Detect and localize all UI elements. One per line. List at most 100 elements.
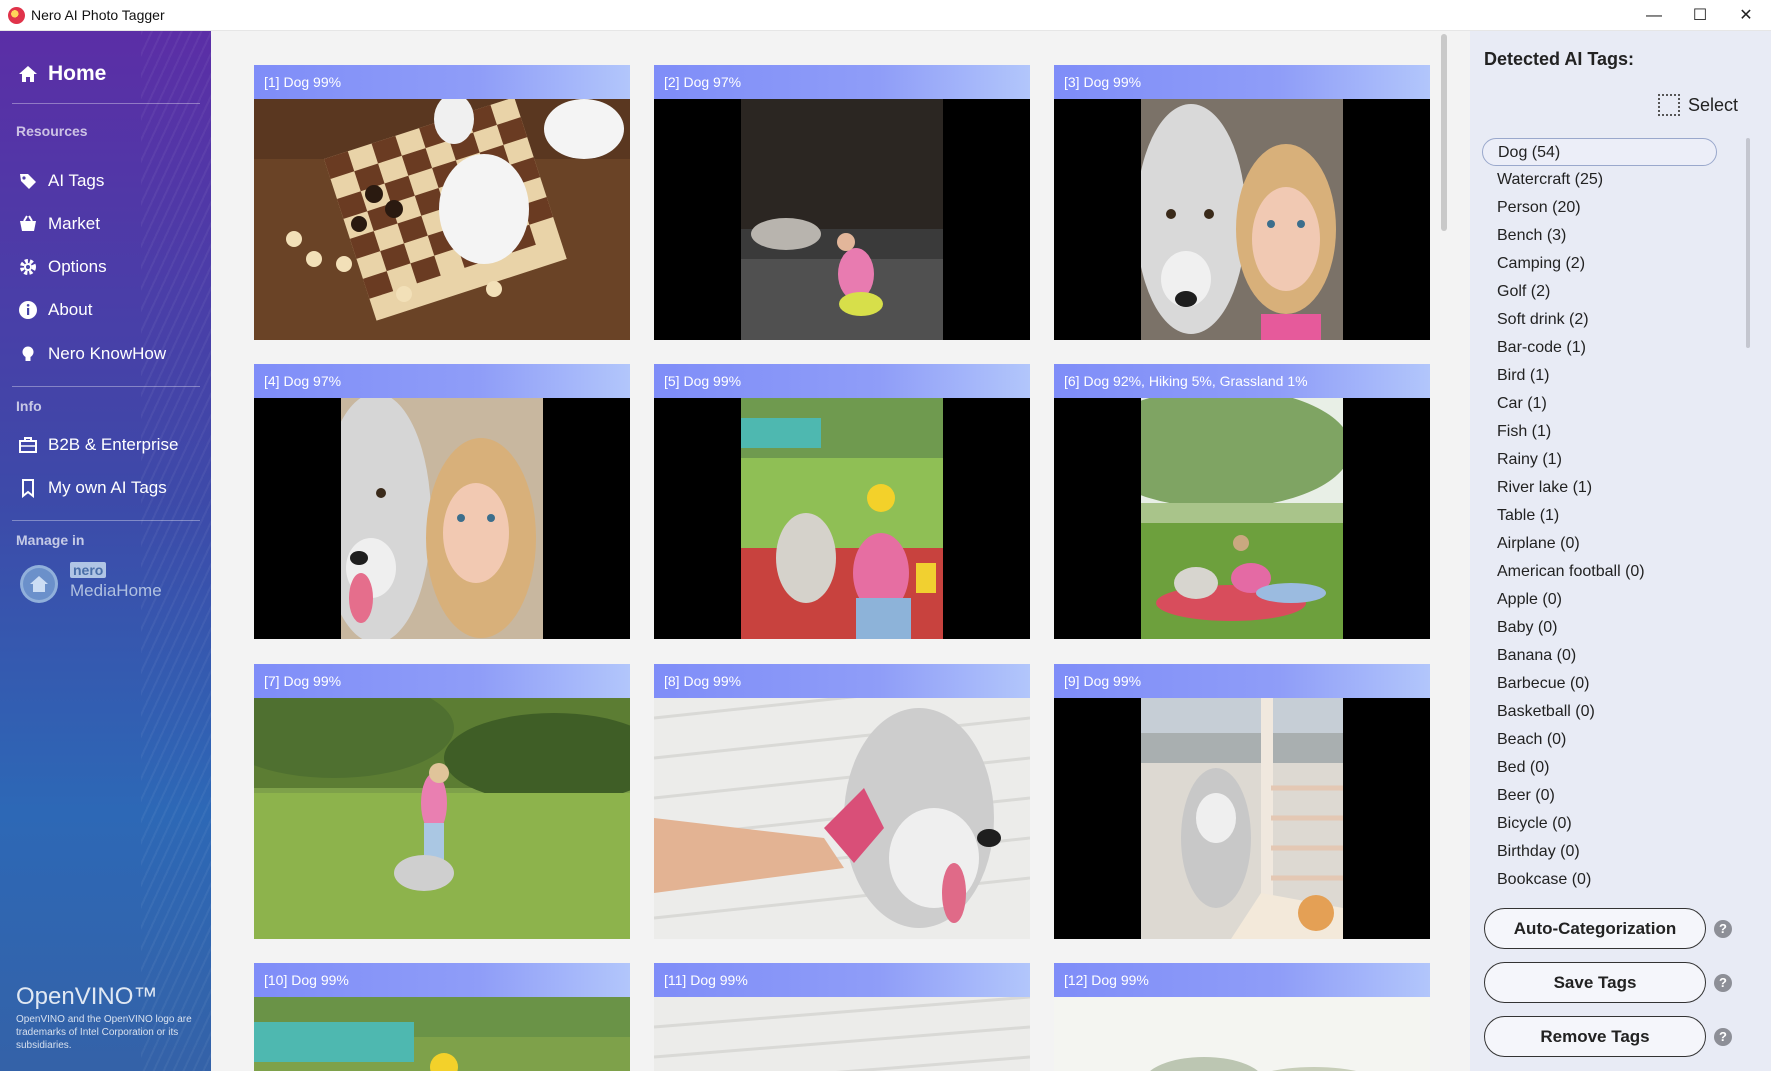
tag-item[interactable]: Table (1) [1482, 502, 1717, 530]
photo-thumbnail [1141, 698, 1343, 939]
tag-item[interactable]: Watercraft (25) [1482, 166, 1717, 194]
tag-item[interactable]: Bookcase (0) [1482, 866, 1717, 894]
photo-card-6[interactable]: [6] Dog 92%, Hiking 5%, Grassland 1% [1054, 364, 1430, 639]
photo-card-2[interactable]: [2] Dog 97% [654, 65, 1030, 340]
gallery-scrollbar[interactable] [1441, 34, 1447, 231]
nav-my-own-ai-tags-label: My own AI Tags [48, 478, 167, 497]
mediahome-link[interactable]: nero MediaHome [18, 559, 198, 609]
photo-caption: [6] Dog 92%, Hiking 5%, Grassland 1% [1054, 364, 1430, 398]
tag-item[interactable]: Rainy (1) [1482, 446, 1717, 474]
photo-card-10[interactable]: [10] Dog 99% [254, 963, 630, 1071]
basket-icon [18, 214, 38, 234]
photo-card-8[interactable]: [8] Dog 99% [654, 664, 1030, 939]
nav-b2b-enterprise[interactable]: B2B & Enterprise [18, 431, 178, 459]
photo-gallery[interactable]: [1] Dog 99% [2] Dog 97% [3] Dog 99% [4] … [211, 31, 1456, 1071]
tag-icon [18, 171, 38, 191]
remove-tags-button[interactable]: Remove Tags [1484, 1016, 1706, 1057]
nav-home[interactable]: Home [18, 59, 106, 89]
panel-title: Detected AI Tags: [1484, 49, 1635, 69]
photo-card-4[interactable]: [4] Dog 97% [254, 364, 630, 639]
close-button[interactable]: ✕ [1723, 0, 1769, 31]
tag-item[interactable]: Baby (0) [1482, 614, 1717, 642]
help-icon[interactable]: ? [1714, 920, 1732, 938]
nav-about-label: About [48, 300, 93, 319]
photo-thumbnail [1141, 398, 1343, 639]
tag-item[interactable]: Soft drink (2) [1482, 306, 1717, 334]
help-icon[interactable]: ? [1714, 1028, 1732, 1046]
info-icon [18, 300, 38, 320]
photo-caption: [7] Dog 99% [254, 664, 630, 698]
photo-thumbnail [1054, 997, 1430, 1071]
nav-ai-tags[interactable]: AI Tags [18, 167, 104, 195]
photo-thumbnail [741, 99, 943, 340]
nav-b2b-label: B2B & Enterprise [48, 435, 179, 454]
tag-item[interactable]: Basketball (0) [1482, 698, 1717, 726]
select-marquee-icon [1658, 94, 1680, 116]
maximize-button[interactable]: ☐ [1677, 0, 1723, 31]
photo-card-3[interactable]: [3] Dog 99% [1054, 65, 1430, 340]
photo-caption: [8] Dog 99% [654, 664, 1030, 698]
tag-item[interactable]: Car (1) [1482, 390, 1717, 418]
sidebar: Home Resources AI Tags Market Options Ab… [0, 31, 211, 1071]
tag-item[interactable]: Person (20) [1482, 194, 1717, 222]
minimize-button[interactable]: — [1631, 0, 1677, 31]
select-label: Select [1688, 94, 1739, 115]
nav-market-label: Market [48, 214, 100, 233]
photo-thumbnail [254, 997, 630, 1071]
tag-item[interactable]: Fish (1) [1482, 418, 1717, 446]
nav-market[interactable]: Market [18, 210, 100, 238]
tag-item[interactable]: Bicycle (0) [1482, 810, 1717, 838]
photo-thumbnail [254, 99, 630, 340]
tag-item[interactable]: Golf (2) [1482, 278, 1717, 306]
select-button[interactable]: Select [1658, 91, 1738, 119]
mediahome-house-icon [20, 565, 58, 603]
photo-thumbnail [1141, 99, 1343, 340]
gear-icon [18, 257, 38, 277]
tag-item[interactable]: Barbecue (0) [1482, 670, 1717, 698]
photo-card-11[interactable]: [11] Dog 99% [654, 963, 1030, 1071]
photo-thumbnail [654, 997, 1030, 1071]
nero-app-icon [8, 7, 25, 24]
photo-caption: [2] Dog 97% [654, 65, 1030, 99]
tag-list[interactable]: Dog (54) Watercraft (25) Person (20) Ben… [1482, 138, 1717, 894]
tag-item[interactable]: River lake (1) [1482, 474, 1717, 502]
nav-options[interactable]: Options [18, 253, 107, 281]
tag-item[interactable]: Bar-code (1) [1482, 334, 1717, 362]
photo-card-7[interactable]: [7] Dog 99% [254, 664, 630, 939]
nav-my-own-ai-tags[interactable]: My own AI Tags [18, 474, 167, 502]
photo-card-5[interactable]: [5] Dog 99% [654, 364, 1030, 639]
tag-list-scrollbar[interactable] [1746, 138, 1750, 348]
tag-item[interactable]: Apple (0) [1482, 586, 1717, 614]
nav-ai-tags-label: AI Tags [48, 171, 105, 190]
tag-item[interactable]: Bird (1) [1482, 362, 1717, 390]
tag-item[interactable]: Dog (54) [1482, 138, 1717, 166]
photo-card-1[interactable]: [1] Dog 99% [254, 65, 630, 340]
tag-item[interactable]: Camping (2) [1482, 250, 1717, 278]
tag-item[interactable]: Banana (0) [1482, 642, 1717, 670]
photo-caption: [4] Dog 97% [254, 364, 630, 398]
help-icon[interactable]: ? [1714, 974, 1732, 992]
auto-categorization-button[interactable]: Auto-Categorization [1484, 908, 1706, 949]
mediahome-label: MediaHome [70, 581, 162, 600]
tag-item[interactable]: Bed (0) [1482, 754, 1717, 782]
mediahome-nero-logo: nero [70, 562, 107, 578]
sidebar-divider [12, 103, 200, 104]
photo-caption: [1] Dog 99% [254, 65, 630, 99]
tag-item[interactable]: Beach (0) [1482, 726, 1717, 754]
bookmark-icon [18, 478, 38, 498]
photo-caption: [5] Dog 99% [654, 364, 1030, 398]
photo-caption: [3] Dog 99% [1054, 65, 1430, 99]
ai-tags-panel: Detected AI Tags: Select Dog (54) Waterc… [1470, 31, 1771, 1071]
tag-item[interactable]: American football (0) [1482, 558, 1717, 586]
tag-item[interactable]: Airplane (0) [1482, 530, 1717, 558]
save-tags-button[interactable]: Save Tags [1484, 962, 1706, 1003]
photo-card-12[interactable]: [12] Dog 99% [1054, 963, 1430, 1071]
nav-nero-knowhow[interactable]: Nero KnowHow [18, 340, 166, 368]
nav-about[interactable]: About [18, 296, 92, 324]
tag-item[interactable]: Bench (3) [1482, 222, 1717, 250]
photo-card-9[interactable]: [9] Dog 99% [1054, 664, 1430, 939]
tag-item[interactable]: Birthday (0) [1482, 838, 1717, 866]
tag-item[interactable]: Beer (0) [1482, 782, 1717, 810]
photo-caption: [9] Dog 99% [1054, 664, 1430, 698]
photo-caption: [11] Dog 99% [654, 963, 1030, 997]
